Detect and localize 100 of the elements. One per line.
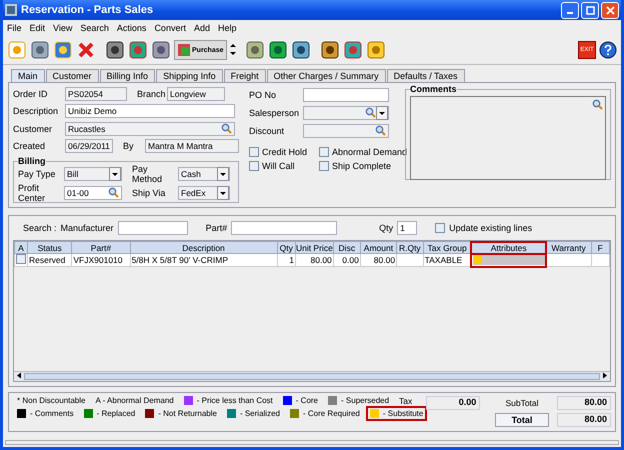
column-header[interactable]: Warranty — [546, 242, 591, 254]
column-header[interactable]: Qty — [277, 242, 296, 254]
checkbox-label: Update existing lines — [449, 223, 532, 233]
column-header[interactable]: Tax Group — [423, 242, 472, 254]
menu-item[interactable]: Search — [80, 23, 109, 33]
save-icon[interactable] — [53, 40, 73, 60]
tab[interactable]: Main — [11, 69, 45, 82]
app-icon — [5, 4, 17, 16]
column-header[interactable]: Part# — [72, 242, 130, 254]
field-label: Part# — [206, 223, 228, 233]
column-header[interactable]: Unit Price — [295, 242, 334, 254]
search-icon[interactable] — [592, 99, 603, 110]
new-document-icon[interactable] — [7, 40, 27, 60]
manufacturer-field[interactable] — [118, 221, 188, 235]
field-label: PO No — [249, 90, 278, 100]
column-header[interactable]: A — [14, 242, 28, 254]
search-icon[interactable] — [108, 187, 119, 198]
menu-item[interactable]: Edit — [30, 23, 46, 33]
tab[interactable]: Defaults / Taxes — [386, 69, 465, 82]
tab[interactable]: Freight — [224, 69, 266, 82]
group-title: Billing — [18, 156, 46, 166]
branch-field: Longview — [167, 87, 225, 102]
field-label: Created — [13, 140, 46, 151]
salesperson-dropdown[interactable] — [303, 106, 389, 120]
legend-label: - Replaced — [96, 409, 136, 418]
checkbox[interactable] — [249, 161, 259, 171]
delete-icon[interactable] — [76, 40, 96, 60]
table-cell: 5/8H X 5/8T 90' V-CRIMP — [130, 254, 277, 266]
total-button[interactable]: Total — [495, 413, 549, 427]
field-label: Customer — [13, 124, 54, 134]
part-number-field[interactable] — [231, 221, 338, 235]
customer-field[interactable]: Rucastles — [65, 122, 235, 136]
checkbox[interactable] — [319, 147, 329, 157]
po-number-field[interactable] — [303, 88, 389, 102]
help-icon[interactable] — [599, 41, 617, 59]
field-label: Pay Method — [132, 164, 164, 184]
search-label: Search : — [23, 223, 57, 233]
quantity-field[interactable]: 1 — [397, 221, 418, 235]
field-label: Salesperson — [249, 108, 300, 118]
column-header[interactable]: Description — [130, 242, 277, 254]
column-header[interactable]: Disc — [333, 242, 360, 254]
horizontal-scrollbar[interactable] — [14, 371, 610, 381]
description-field[interactable]: Unibiz Demo — [65, 104, 235, 118]
search-icon[interactable] — [221, 123, 232, 134]
ship-via-dropdown[interactable]: FedEx — [178, 186, 230, 200]
total-value: 80.00 — [557, 413, 611, 427]
search-icon[interactable] — [365, 107, 376, 118]
field-label: Profit Center — [18, 182, 46, 202]
menu-item[interactable]: Convert — [154, 23, 186, 33]
checkbox[interactable] — [249, 147, 259, 157]
menu-item[interactable]: View — [53, 23, 72, 33]
menu-item[interactable]: File — [7, 23, 22, 33]
window-title: Reservation - Parts Sales — [21, 4, 154, 16]
checkbox[interactable] — [319, 161, 329, 171]
legend-label: - Not Returnable — [158, 409, 217, 418]
menu-item[interactable]: Add — [194, 23, 210, 33]
discount-field[interactable] — [303, 124, 389, 138]
profit-center-field[interactable]: 01-00 — [64, 186, 122, 200]
menu-item[interactable]: Help — [218, 23, 236, 33]
checkbox[interactable] — [435, 223, 446, 233]
table-cell: VFJX901010 — [72, 254, 130, 266]
maximize-icon[interactable] — [586, 6, 594, 14]
tab[interactable]: Customer — [46, 69, 99, 82]
tab[interactable]: Other Charges / Summary — [266, 69, 386, 82]
squares-icon[interactable] — [177, 43, 191, 57]
field-label: Pay Type — [18, 168, 56, 178]
menu-item[interactable]: Actions — [116, 23, 146, 33]
tax-value: 0.00 — [426, 396, 480, 410]
table-cell: Reserved — [28, 254, 72, 266]
tab[interactable]: Billing Info — [100, 69, 156, 82]
comments-field[interactable] — [410, 96, 606, 180]
created-by-field: Mantra M Mantra — [145, 138, 239, 153]
maximize-button[interactable] — [581, 2, 599, 18]
printer-icon[interactable] — [30, 40, 50, 60]
legend-label: - Serialized — [240, 409, 280, 418]
dropdown-arrow-icon[interactable] — [230, 43, 236, 57]
column-header[interactable]: F — [591, 242, 610, 254]
field-label: Order ID — [13, 89, 49, 100]
legend-label: * Non Discountable — [17, 396, 86, 405]
column-header[interactable]: R.Qty — [396, 242, 424, 254]
pay-type-dropdown[interactable]: Bill — [64, 166, 122, 180]
created-field: 06/29/2011 — [65, 138, 113, 153]
column-header[interactable]: Attributes — [471, 242, 546, 254]
table-cell: 80.00 — [360, 254, 397, 266]
legend-label: - Core — [296, 396, 318, 405]
checkbox[interactable] — [16, 254, 26, 264]
field-label: Discount — [249, 126, 286, 136]
tab[interactable]: Shipping Info — [156, 69, 223, 82]
close-button[interactable] — [601, 2, 619, 18]
field-label: Manufacturer — [60, 223, 114, 233]
legend-label: - Comments — [30, 409, 74, 418]
order-id-field: PS02054 — [65, 87, 127, 102]
column-header[interactable]: Amount — [360, 242, 397, 254]
close-icon[interactable] — [606, 6, 614, 14]
field-label: Qty — [379, 223, 394, 233]
search-icon[interactable] — [375, 125, 386, 136]
field-label: Description — [13, 106, 60, 116]
minimize-button[interactable] — [561, 2, 579, 18]
column-header[interactable]: Status — [28, 242, 72, 254]
pay-method-dropdown[interactable]: Cash — [178, 166, 230, 180]
